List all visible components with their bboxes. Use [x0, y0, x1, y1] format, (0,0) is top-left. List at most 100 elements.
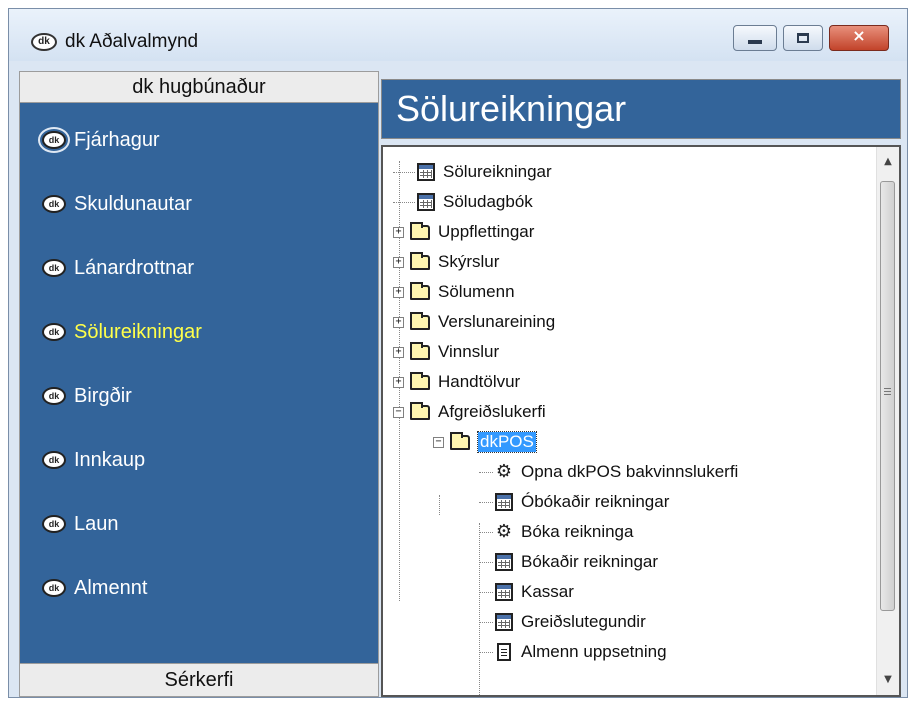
- collapse-icon[interactable]: −: [393, 406, 404, 418]
- folder-icon: [410, 221, 430, 240]
- tree-item-uppflettingar[interactable]: + Uppflettingar: [393, 219, 534, 245]
- grip-icon: [884, 387, 891, 395]
- tree-item-kassar[interactable]: Kassar: [479, 579, 574, 605]
- tree-item-dkpos[interactable]: − dkPOS: [433, 429, 537, 455]
- folder-icon: [410, 251, 430, 270]
- tree-item-afgreidslukerfi[interactable]: − Afgreiðslukerfi: [393, 399, 546, 425]
- page-title: Sölureikningar: [396, 88, 627, 129]
- tree-item-skyrslur[interactable]: + Skýrslur: [393, 249, 499, 275]
- tree-view[interactable]: Sölureikningar Söludagbók + Uppflettinga…: [381, 145, 901, 697]
- tree-item-label: dkPOS: [477, 431, 537, 453]
- expand-icon[interactable]: +: [393, 256, 404, 268]
- folder-icon: [410, 341, 430, 360]
- tree-line: [479, 591, 493, 593]
- sidebar-nav: dk Fjárhagur dk Skuldunautar dk Lánardro…: [19, 103, 379, 663]
- sidebar-header[interactable]: dk hugbúnaður: [19, 71, 379, 103]
- sidebar-item-lanardrottnar[interactable]: dk Lánardrottnar: [42, 253, 194, 283]
- scrollbar-thumb[interactable]: [880, 181, 895, 611]
- dk-icon: dk: [42, 579, 66, 597]
- tree-item-label: Kassar: [521, 582, 574, 601]
- grid-icon: [495, 583, 513, 601]
- expand-icon[interactable]: +: [393, 286, 404, 298]
- tree-line: [479, 501, 493, 503]
- tree-item-soludagbok[interactable]: Söludagbók: [393, 189, 533, 215]
- minimize-icon: [748, 40, 762, 44]
- tree-item-boka-reikninga[interactable]: ⚙ Bóka reikninga: [479, 519, 633, 545]
- sidebar-item-almennt[interactable]: dk Almennt: [42, 573, 147, 603]
- window-title: dk Aðalvalmynd: [65, 31, 199, 52]
- expand-icon[interactable]: +: [393, 346, 404, 358]
- tree-item-label: Skýrslur: [438, 252, 500, 271]
- grid-icon: [495, 493, 513, 511]
- sidebar-footer[interactable]: Sérkerfi: [19, 663, 379, 697]
- tree-item-label: Verslunareining: [438, 312, 556, 331]
- tree-item-bokadir-reikningar[interactable]: Bókaðir reikningar: [479, 549, 658, 575]
- sidebar-item-label: Laun: [74, 512, 119, 535]
- folder-icon: [450, 431, 470, 450]
- page-header: Sölureikningar: [381, 79, 901, 139]
- scroll-down-icon[interactable]: ▼: [877, 669, 899, 691]
- tree-item-greidslutegundir[interactable]: Greiðslutegundir: [479, 609, 646, 635]
- sidebar-item-label: Lánardrottnar: [74, 256, 195, 279]
- dk-icon: dk: [38, 127, 70, 153]
- close-icon: ×: [852, 26, 866, 45]
- maximize-button[interactable]: [783, 25, 823, 51]
- folder-icon: [410, 281, 430, 300]
- minimize-button[interactable]: [733, 25, 777, 51]
- tree-item-label: Bóka reikninga: [521, 522, 634, 541]
- main-window: dk dk Aðalvalmynd × dk hugbúnaður dk Fjá…: [8, 8, 908, 698]
- sidebar-item-innkaup[interactable]: dk Innkaup: [42, 445, 145, 475]
- tree-item-label: Sölumenn: [438, 282, 515, 301]
- vertical-scrollbar[interactable]: ▲ ▼: [876, 147, 899, 695]
- tree-line: [439, 495, 440, 515]
- title-bar[interactable]: dk dk Aðalvalmynd ×: [9, 9, 907, 61]
- tree-line: [479, 621, 493, 623]
- sidebar-item-label: Fjárhagur: [74, 128, 160, 151]
- tree-item-handtolvur[interactable]: + Handtölvur: [393, 369, 520, 395]
- tree-item-solumenn[interactable]: + Sölumenn: [393, 279, 515, 305]
- sidebar-item-skuldunautar[interactable]: dk Skuldunautar: [42, 189, 192, 219]
- collapse-icon[interactable]: −: [433, 436, 444, 448]
- sidebar-item-fjarhagur[interactable]: dk Fjárhagur: [38, 125, 160, 155]
- dk-logo-icon: dk: [31, 33, 57, 51]
- tree-line: [479, 471, 493, 473]
- tree-item-vinnslur[interactable]: + Vinnslur: [393, 339, 499, 365]
- folder-icon: [410, 371, 430, 390]
- sidebar-item-laun[interactable]: dk Laun: [42, 509, 119, 539]
- expand-icon[interactable]: +: [393, 376, 404, 388]
- tree-line: [393, 201, 415, 203]
- tree-line: [393, 171, 415, 173]
- tree-item-label: Óbókaðir reikningar: [521, 492, 670, 511]
- dk-icon: dk: [42, 387, 66, 405]
- expand-icon[interactable]: +: [393, 316, 404, 328]
- table-icon: [417, 193, 435, 211]
- sidebar-item-solureikningar[interactable]: dk Sölureikningar: [42, 317, 202, 347]
- folder-icon: [410, 311, 430, 330]
- sidebar-item-label: Birgðir: [74, 384, 132, 407]
- table-icon: [417, 163, 435, 181]
- sidebar-item-label: Innkaup: [74, 448, 146, 471]
- dk-icon: dk: [42, 259, 66, 277]
- tree-item-label: Sölureikningar: [443, 162, 552, 181]
- dk-icon: dk: [42, 323, 66, 341]
- tree-item-label: Bókaðir reikningar: [521, 552, 659, 571]
- close-button[interactable]: ×: [829, 25, 889, 51]
- scroll-up-icon[interactable]: ▲: [877, 151, 899, 173]
- tree-item-obokadir-reikningar[interactable]: Óbókaðir reikningar: [479, 489, 669, 515]
- gear-icon: ⚙: [495, 461, 513, 482]
- dk-icon: dk: [42, 515, 66, 533]
- sidebar: dk hugbúnaður dk Fjárhagur dk Skuldunaut…: [19, 71, 379, 699]
- tree-item-label: Uppflettingar: [438, 222, 535, 241]
- expand-icon[interactable]: +: [393, 226, 404, 238]
- grid-icon: [495, 553, 513, 571]
- tree-item-opna-dkpos[interactable]: ⚙ Opna dkPOS bakvinnslukerfi: [479, 459, 738, 485]
- tree-line: [479, 531, 493, 533]
- tree-item-verslunareining[interactable]: + Verslunareining: [393, 309, 555, 335]
- tree-item-label: Greiðslutegundir: [521, 612, 646, 631]
- sidebar-item-birgdir[interactable]: dk Birgðir: [42, 381, 132, 411]
- tree-item-solureikningar[interactable]: Sölureikningar: [393, 159, 552, 185]
- tree-item-almenn-uppsetning[interactable]: Almenn uppsetning: [479, 639, 667, 665]
- tree-item-label: Vinnslur: [438, 342, 500, 361]
- document-icon: [497, 643, 511, 661]
- tree-item-label: Opna dkPOS bakvinnslukerfi: [521, 462, 739, 481]
